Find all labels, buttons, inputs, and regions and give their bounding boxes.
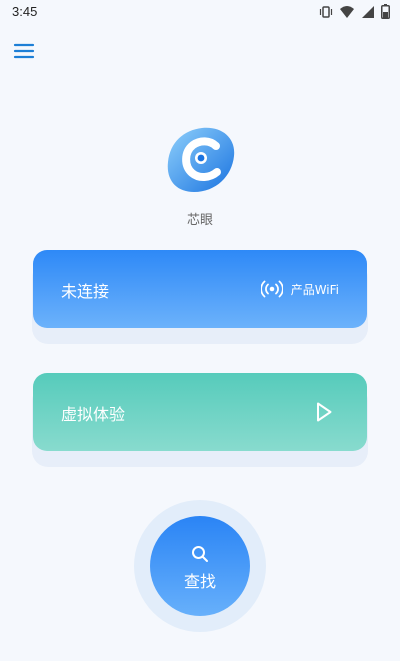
connection-status-label: 未连接 <box>61 282 110 301</box>
play-icon <box>317 402 332 422</box>
product-wifi-label: 产品WiFi <box>290 282 339 297</box>
app-logo-icon <box>167 127 235 192</box>
status-bar: 3:45 <box>0 0 400 24</box>
status-time: 3:45 <box>12 4 38 19</box>
signal-icon <box>362 5 374 18</box>
product-wifi: 产品WiFi <box>260 280 339 298</box>
app-logo <box>164 126 238 194</box>
menu-button[interactable] <box>12 38 38 64</box>
status-icons <box>319 4 390 19</box>
virtual-experience-card[interactable]: 虚拟体验 <box>33 373 367 451</box>
app-name: 芯眼 <box>186 213 213 228</box>
wifi-signal-icon <box>340 5 354 18</box>
virtual-experience-label: 虚拟体验 <box>61 405 126 424</box>
connection-card[interactable]: 未连接 产品WiFi <box>33 250 367 328</box>
battery-icon <box>381 4 390 19</box>
search-button-label: 查找 <box>183 572 216 591</box>
wifi-broadcast-icon <box>260 280 283 298</box>
search-button[interactable]: 查找 <box>150 516 250 616</box>
menu-icon <box>13 43 35 59</box>
vibrate-icon <box>319 5 333 18</box>
search-icon <box>192 546 208 562</box>
